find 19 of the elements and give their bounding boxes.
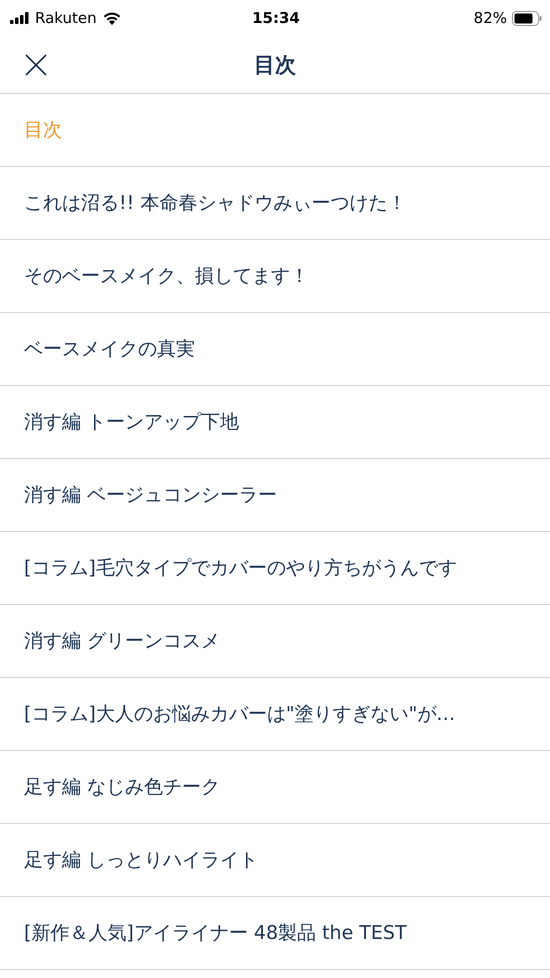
toc-item[interactable]: 消す編 ベージュコンシーラー (24, 482, 278, 508)
toc-item[interactable]: 足す編 なじみ色チーク (24, 774, 220, 800)
carrier-name: Rakuten (35, 9, 97, 27)
close-button[interactable] (24, 52, 48, 76)
toc-item[interactable]: [コラム]大人のお悩みカバーは"塗りすぎない"が… (24, 701, 456, 727)
wifi-icon (102, 11, 122, 25)
toc-item[interactable]: [新作＆人気]アイライナー 48製品 the TEST (24, 920, 407, 946)
toc-item[interactable]: そのベースメイク、損してます！ (24, 263, 309, 289)
toc-item[interactable]: 消す編 グリーンコスメ (24, 628, 220, 654)
toc-item[interactable]: 足す編 しっとりハイライト (24, 847, 258, 873)
battery-percent: 82% (474, 9, 507, 27)
toc-item[interactable]: ベースメイクの真実 (24, 336, 195, 362)
toc-item[interactable]: これは沼る!! 本命春シャドウみぃーつけた！ (24, 190, 406, 216)
toc-item[interactable]: 消す編 トーンアップ下地 (24, 409, 240, 435)
page-title: 目次 (253, 52, 297, 78)
battery-icon (512, 10, 542, 26)
status-time: 15:34 (252, 9, 300, 27)
toc-item[interactable]: [コラム]毛穴タイプでカバーのやり方ちがうんです (24, 555, 457, 581)
signal-icon (10, 12, 30, 24)
